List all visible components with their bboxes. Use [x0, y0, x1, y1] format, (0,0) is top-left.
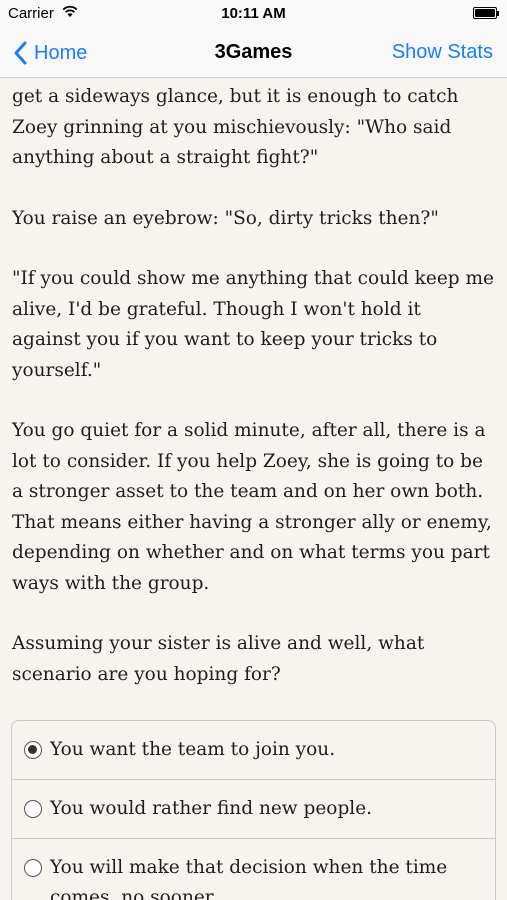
story-content[interactable]: get a sideways glance, but it is enough … [0, 78, 507, 900]
battery-icon [473, 7, 499, 19]
story-text: get a sideways glance, but it is enough … [0, 82, 507, 690]
story-paragraph: "If you could show me anything that coul… [12, 268, 494, 381]
story-paragraph: Assuming your sister is alive and well, … [12, 633, 425, 685]
radio-button[interactable] [24, 800, 42, 818]
choice-option[interactable]: You would rather find new people. [12, 779, 495, 838]
choice-label: You will make that decision when the tim… [50, 857, 448, 900]
choice-option[interactable]: You want the team to join you. [12, 721, 495, 779]
choice-label: You would rather find new people. [50, 798, 373, 819]
status-bar: Carrier 10:11 AM [0, 0, 507, 28]
choice-list: You want the team to join you. You would… [11, 720, 496, 900]
story-paragraph: get a sideways glance, but it is enough … [12, 86, 459, 168]
clock: 10:11 AM [221, 5, 286, 22]
radio-button[interactable] [24, 741, 42, 759]
story-paragraph: You go quiet for a solid minute, after a… [12, 420, 492, 594]
show-stats-button[interactable]: Show Stats [392, 41, 493, 64]
navigation-bar: Home 3Games Show Stats [0, 28, 507, 78]
radio-button[interactable] [24, 859, 42, 877]
choice-label: You want the team to join you. [50, 739, 336, 760]
choice-option[interactable]: You will make that decision when the tim… [12, 838, 495, 900]
story-paragraph: You raise an eyebrow: "So, dirty tricks … [12, 207, 439, 229]
